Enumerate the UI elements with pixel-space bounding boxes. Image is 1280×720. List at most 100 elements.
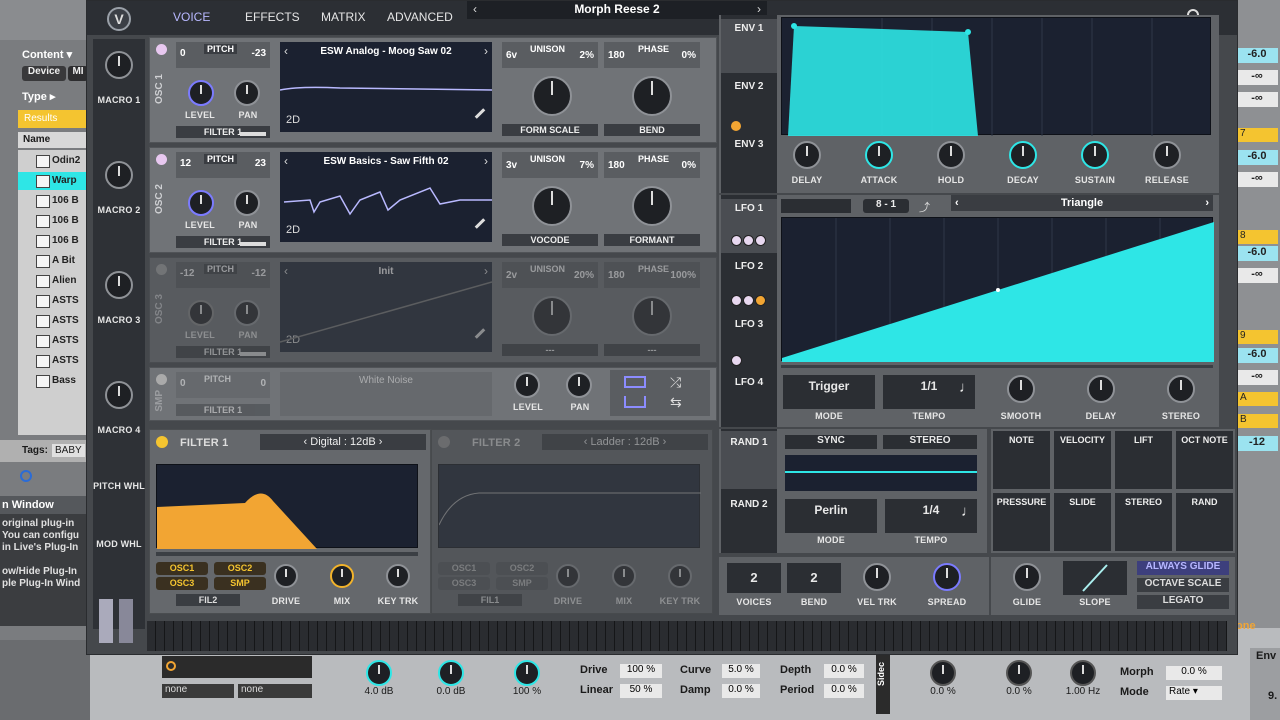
piano-key[interactable] <box>552 621 561 651</box>
mod-wheel[interactable] <box>119 599 133 643</box>
loop-icon[interactable] <box>624 396 646 408</box>
power-icon[interactable] <box>166 661 176 671</box>
piano-key[interactable] <box>840 621 849 651</box>
wavetable-display[interactable]: Init ‹ › 2D <box>280 262 492 352</box>
curve-field[interactable]: 5.0 % <box>722 664 760 678</box>
keyboard[interactable] <box>147 621 1227 651</box>
piano-key[interactable] <box>399 621 408 651</box>
filter1-response[interactable] <box>156 464 418 549</box>
piano-key[interactable] <box>930 621 939 651</box>
filter-input-smp[interactable]: SMP <box>496 577 548 590</box>
spectral-mode-a[interactable]: FORM SCALE <box>502 124 598 136</box>
filter-input-osc2[interactable]: OSC2 <box>214 562 266 575</box>
sample-options[interactable]: ⤮ ⇆ <box>610 370 710 416</box>
lfo-delay-knob[interactable] <box>1087 375 1115 403</box>
piano-key[interactable] <box>210 621 219 651</box>
gain-knob-1[interactable] <box>366 660 392 686</box>
piano-key[interactable] <box>813 621 822 651</box>
piano-key[interactable] <box>822 621 831 651</box>
mod-source-rand[interactable]: RAND <box>1176 493 1233 551</box>
rand-tab[interactable]: RAND 1 <box>721 431 777 489</box>
browser-item[interactable]: 106 B <box>18 192 90 210</box>
piano-key[interactable] <box>1191 621 1200 651</box>
glide-knob[interactable] <box>1013 563 1041 591</box>
mod-source-slide[interactable]: SLIDE <box>1054 493 1111 551</box>
piano-key[interactable] <box>417 621 426 651</box>
lfo-smooth-knob[interactable] <box>1007 375 1035 403</box>
filter2-drive-knob[interactable] <box>556 564 580 588</box>
filter1-mix-knob[interactable] <box>330 564 354 588</box>
mixer-value[interactable]: -6.0 <box>1236 150 1278 165</box>
browser-item[interactable]: ASTS <box>18 352 90 370</box>
env-tab[interactable]: ENV 3 <box>721 135 777 189</box>
smp-level-knob[interactable] <box>514 372 540 398</box>
smp-pan-knob[interactable] <box>566 372 592 398</box>
mixer-value[interactable]: -12 <box>1236 436 1278 451</box>
piano-key[interactable] <box>867 621 876 651</box>
piano-key[interactable] <box>714 621 723 651</box>
piano-key[interactable] <box>264 621 273 651</box>
browser-item[interactable]: ASTS <box>18 312 90 330</box>
piano-key[interactable] <box>372 621 381 651</box>
browser-item[interactable]: A Bit <box>18 252 90 270</box>
filter-input-osc3[interactable]: OSC3 <box>438 577 490 590</box>
piano-key[interactable] <box>795 621 804 651</box>
piano-key[interactable] <box>1092 621 1101 651</box>
piano-key[interactable] <box>642 621 651 651</box>
piano-key[interactable] <box>966 621 975 651</box>
piano-key[interactable] <box>300 621 309 651</box>
piano-key[interactable] <box>1056 621 1065 651</box>
spectral-mode-a[interactable]: VOCODE <box>502 234 598 246</box>
piano-key[interactable] <box>1047 621 1056 651</box>
level-knob[interactable] <box>188 300 214 326</box>
piano-key[interactable] <box>1209 621 1218 651</box>
gain-knob-3[interactable] <box>514 660 540 686</box>
piano-key[interactable] <box>282 621 291 651</box>
piano-key[interactable] <box>354 621 363 651</box>
filter2-power[interactable] <box>438 436 450 448</box>
piano-key[interactable] <box>1119 621 1128 651</box>
lfo-tempo-button[interactable]: 1/1 ♩ <box>883 375 975 409</box>
lfo-paint-icon[interactable]: ⤴ <box>919 199 937 214</box>
piano-key[interactable] <box>273 621 282 651</box>
mod-source-stereo[interactable]: STEREO <box>1115 493 1172 551</box>
piano-key[interactable] <box>921 621 930 651</box>
lfo-stereo-knob[interactable] <box>1167 375 1195 403</box>
piano-key[interactable] <box>381 621 390 651</box>
env-tab[interactable]: ENV 1 <box>721 19 777 73</box>
spectral-mode-b[interactable]: --- <box>604 344 700 356</box>
piano-key[interactable] <box>723 621 732 651</box>
filter1-keytrk-knob[interactable] <box>386 564 410 588</box>
tags-value[interactable]: BABY <box>52 444 85 457</box>
macro-knob[interactable] <box>105 161 133 189</box>
piano-key[interactable] <box>1218 621 1227 651</box>
mod-knob-2[interactable] <box>1006 660 1032 686</box>
tab-voice[interactable]: VOICE <box>173 10 210 24</box>
piano-key[interactable] <box>597 621 606 651</box>
env-knob-delay[interactable] <box>793 141 821 169</box>
filter-input-osc1[interactable]: OSC1 <box>156 562 208 575</box>
piano-key[interactable] <box>993 621 1002 651</box>
piano-key[interactable] <box>732 621 741 651</box>
piano-key[interactable] <box>894 621 903 651</box>
period-field[interactable]: 0.0 % <box>824 684 864 698</box>
mi-chip[interactable]: MI <box>68 66 88 81</box>
piano-key[interactable] <box>435 621 444 651</box>
none-select-1[interactable]: none <box>162 684 234 698</box>
pitch-box[interactable]: 0 PITCH -23 <box>176 42 270 68</box>
mixer-value[interactable]: -6.0 <box>1236 246 1278 261</box>
piano-key[interactable] <box>561 621 570 651</box>
results-row[interactable]: Results <box>18 110 90 128</box>
piano-key[interactable] <box>147 621 156 651</box>
filter-input-fil[interactable]: FIL1 <box>458 594 522 606</box>
piano-key[interactable] <box>1029 621 1038 651</box>
smp-filter-route[interactable]: FILTER 1 <box>176 404 270 416</box>
piano-key[interactable] <box>318 621 327 651</box>
piano-key[interactable] <box>975 621 984 651</box>
mixer-value[interactable]: -∞ <box>1236 70 1278 85</box>
macro-knob[interactable] <box>105 381 133 409</box>
damp-field[interactable]: 0.0 % <box>722 684 760 698</box>
device-chip[interactable]: Device <box>22 66 66 81</box>
rand-mode-button[interactable]: Perlin <box>785 499 877 533</box>
piano-key[interactable] <box>1146 621 1155 651</box>
